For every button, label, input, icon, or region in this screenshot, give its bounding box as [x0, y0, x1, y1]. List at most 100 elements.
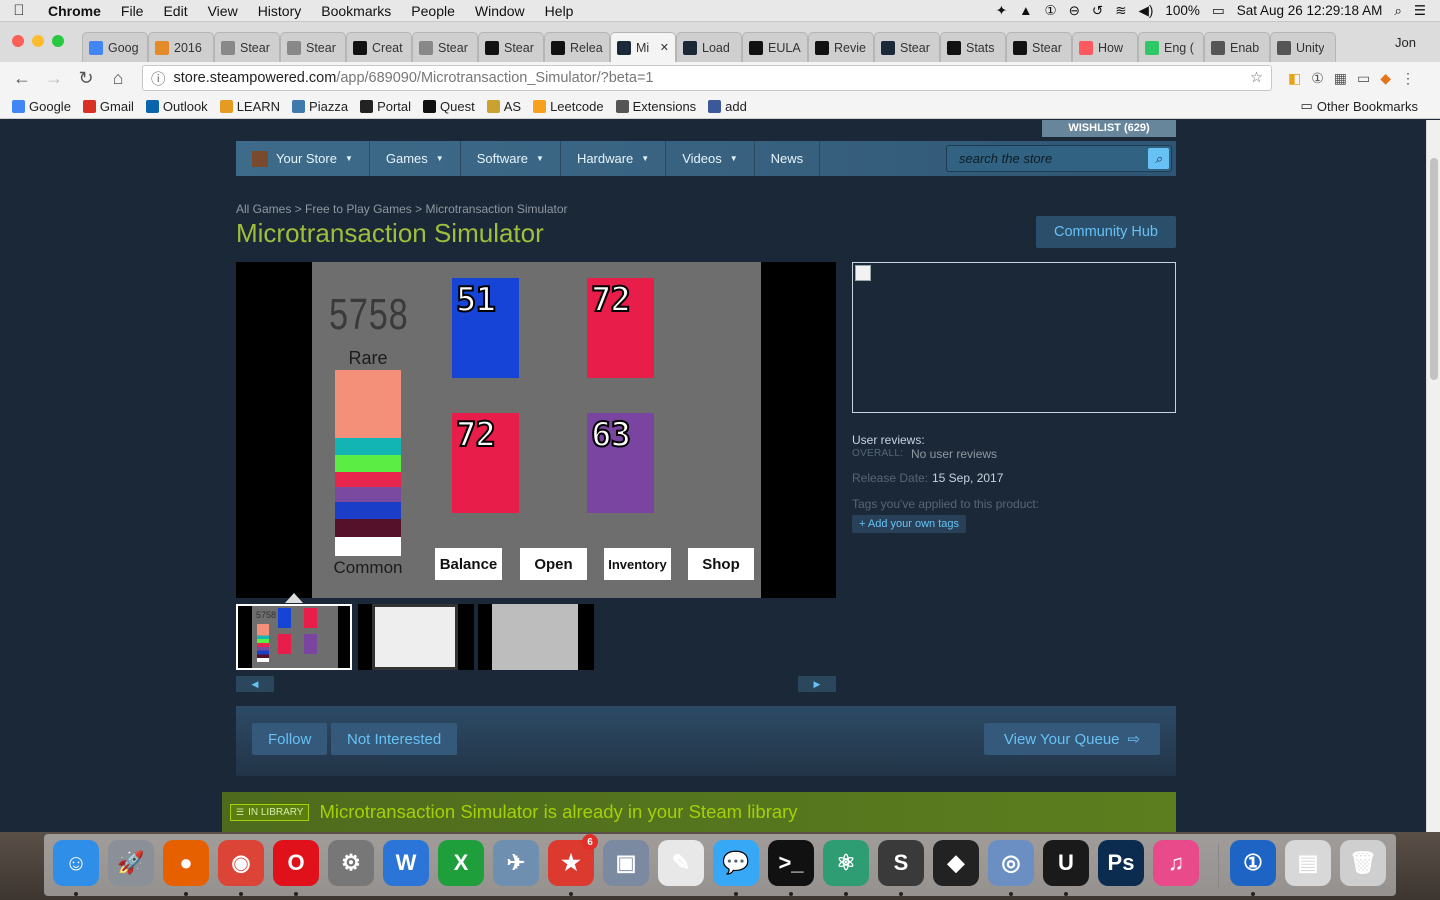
- browser-tab[interactable]: EULA: [742, 32, 808, 62]
- bookmark-item[interactable]: Piazza: [292, 99, 348, 114]
- menu-app-name[interactable]: Chrome: [38, 3, 111, 19]
- photoshop-icon[interactable]: Ps: [1098, 840, 1144, 886]
- profile-button[interactable]: Jon: [1395, 35, 1416, 50]
- browser-tab[interactable]: Stear: [874, 32, 940, 62]
- back-arrow-icon[interactable]: ←: [8, 64, 36, 92]
- nav-hardware[interactable]: Hardware ▼: [561, 141, 667, 176]
- volume-icon[interactable]: ◀): [1139, 3, 1154, 19]
- browser-tab[interactable]: Stear: [1006, 32, 1072, 62]
- browser-tab[interactable]: Stats: [940, 32, 1006, 62]
- messages-icon[interactable]: 💬: [713, 840, 759, 886]
- preview-icon[interactable]: ✈: [493, 840, 539, 886]
- do-not-disturb-icon[interactable]: ⊖: [1069, 3, 1080, 19]
- screenshot-thumbnail-2[interactable]: [358, 604, 474, 670]
- breadcrumb-free-to-play[interactable]: Free to Play Games: [305, 202, 412, 216]
- browser-tab[interactable]: Relea: [544, 32, 610, 62]
- info-icon[interactable]: ⓘ: [151, 68, 166, 89]
- bookmark-star-icon[interactable]: ☆: [1250, 70, 1263, 86]
- menu-help[interactable]: Help: [535, 3, 584, 19]
- system-preferences-icon[interactable]: ⚙: [328, 840, 374, 886]
- clock[interactable]: Sat Aug 26 12:29:18 AM: [1237, 3, 1383, 18]
- follow-button[interactable]: Follow: [252, 723, 328, 755]
- word-icon[interactable]: W: [383, 840, 429, 886]
- close-tab-icon[interactable]: ✕: [660, 41, 669, 54]
- minimize-window-button[interactable]: [32, 35, 44, 47]
- bookmark-item[interactable]: Quest: [423, 99, 475, 114]
- terminal-icon[interactable]: >_: [768, 840, 814, 886]
- home-icon[interactable]: ⌂: [104, 64, 132, 92]
- reload-icon[interactable]: ↻: [72, 64, 100, 92]
- bookmark-item[interactable]: AS: [486, 99, 521, 114]
- wunderlist-icon[interactable]: ★ 6: [548, 834, 598, 886]
- extension-icon[interactable]: ◧: [1288, 70, 1301, 87]
- trash-icon[interactable]: 🗑: [1340, 840, 1386, 886]
- other-bookmarks-folder[interactable]: ▭ Other Bookmarks: [1301, 98, 1440, 114]
- nav-videos[interactable]: Videos ▼: [666, 141, 755, 176]
- browser-tab[interactable]: Stear: [214, 32, 280, 62]
- zoom-window-button[interactable]: [52, 35, 64, 47]
- wifi-icon[interactable]: ≋: [1115, 3, 1126, 19]
- remote-icon[interactable]: ◎: [988, 840, 1034, 886]
- metamask-icon[interactable]: ◆: [1380, 70, 1391, 87]
- breadcrumb-app[interactable]: Microtransaction Simulator: [425, 202, 567, 216]
- browser-tab[interactable]: Stear: [280, 32, 346, 62]
- browser-tab[interactable]: Load: [676, 32, 742, 62]
- screenshot-thumbnail-1[interactable]: 5758: [236, 604, 352, 670]
- bookmark-item[interactable]: add: [708, 99, 747, 114]
- time-machine-icon[interactable]: ↺: [1092, 3, 1103, 19]
- bookmark-item[interactable]: Outlook: [145, 99, 208, 114]
- itunes-icon[interactable]: ♫: [1153, 840, 1199, 886]
- unity-icon[interactable]: ◆: [933, 840, 979, 886]
- forward-arrow-icon[interactable]: →: [40, 64, 68, 92]
- community-hub-button[interactable]: Community Hub: [1036, 216, 1176, 248]
- slider-right-arrow-icon[interactable]: ▶: [798, 676, 836, 692]
- menu-view[interactable]: View: [198, 3, 248, 19]
- view-queue-button[interactable]: View Your Queue ⇨: [984, 723, 1160, 755]
- bookmark-item[interactable]: LEARN: [219, 99, 280, 114]
- chrome-icon[interactable]: ◉: [218, 840, 264, 886]
- menu-people[interactable]: People: [401, 3, 465, 19]
- media-player[interactable]: 5758 Rare Common 51 72 72 63 Balance Ope…: [236, 262, 836, 598]
- browser-tab[interactable]: Unity: [1270, 32, 1336, 62]
- unreal-icon[interactable]: U: [1043, 840, 1089, 886]
- finder-icon[interactable]: ☺: [53, 840, 99, 886]
- breadcrumb-all-games[interactable]: All Games: [236, 202, 291, 216]
- spotlight-icon[interactable]: ⌕: [1394, 3, 1402, 19]
- not-interested-button[interactable]: Not Interested: [331, 723, 458, 755]
- firefox-icon[interactable]: ●: [163, 840, 209, 886]
- extension-icon[interactable]: ▦: [1334, 70, 1347, 87]
- textedit-icon[interactable]: ✎: [658, 840, 704, 886]
- sublime-icon[interactable]: S: [878, 840, 924, 886]
- address-bar[interactable]: ⓘ store.steampowered.com/app/689090/Micr…: [142, 65, 1272, 91]
- nav-news[interactable]: News: [755, 141, 821, 176]
- battery-icon[interactable]: ▭: [1212, 3, 1225, 19]
- menu-bookmarks[interactable]: Bookmarks: [311, 3, 401, 19]
- cast-icon[interactable]: ▭: [1357, 70, 1370, 87]
- store-search-input[interactable]: search the store ⌕: [946, 145, 1172, 172]
- 1password-extension-icon[interactable]: ①: [1311, 70, 1324, 87]
- menu-edit[interactable]: Edit: [153, 3, 197, 19]
- browser-tab[interactable]: Eng (: [1138, 32, 1204, 62]
- close-window-button[interactable]: [12, 35, 24, 47]
- browser-tab[interactable]: Creat: [346, 32, 412, 62]
- browser-tab[interactable]: Stear: [412, 32, 478, 62]
- add-tags-button[interactable]: + Add your own tags: [852, 515, 966, 533]
- browser-tab[interactable]: Mi ✕: [610, 32, 676, 62]
- slider-left-arrow-icon[interactable]: ◀: [236, 676, 274, 692]
- bookmark-item[interactable]: Gmail: [82, 99, 134, 114]
- image-capture-icon[interactable]: ▣: [603, 840, 649, 886]
- 1password-icon[interactable]: ①: [1230, 840, 1276, 886]
- menu-window[interactable]: Window: [465, 3, 535, 19]
- menu-history[interactable]: History: [248, 3, 312, 19]
- browser-tab[interactable]: Stear: [478, 32, 544, 62]
- browser-tab[interactable]: Enab: [1204, 32, 1270, 62]
- status-icon[interactable]: ✦: [996, 3, 1007, 19]
- menu-file[interactable]: File: [111, 3, 154, 19]
- nav-your-store[interactable]: Your Store ▼: [236, 141, 370, 176]
- wishlist-button[interactable]: WISHLIST (629): [1042, 120, 1176, 137]
- battery-percent[interactable]: 100%: [1165, 3, 1200, 18]
- browser-tab[interactable]: Revie: [808, 32, 874, 62]
- apple-menu-icon[interactable]: : [0, 2, 38, 19]
- page-scrollbar[interactable]: [1426, 120, 1440, 832]
- opera-icon[interactable]: O: [273, 840, 319, 886]
